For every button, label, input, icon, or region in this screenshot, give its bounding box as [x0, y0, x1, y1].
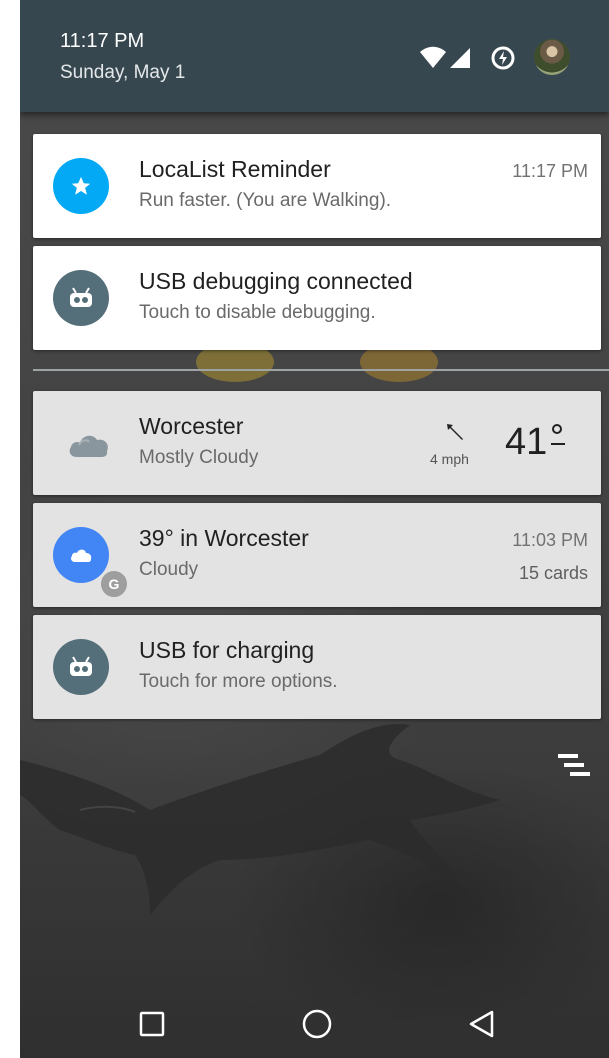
navigation-bar: [20, 988, 609, 1058]
degree-unit-icon: [551, 424, 565, 445]
notification-time: 11:03 PM: [512, 530, 588, 550]
home-button[interactable]: [295, 1002, 339, 1046]
localist-app-icon: [53, 158, 109, 214]
wind-direction-icon: [447, 424, 463, 440]
star-icon: [71, 176, 91, 195]
temperature: 41: [505, 421, 548, 463]
notification-text: Cloudy: [139, 559, 199, 580]
usb-charging-app-icon: [53, 639, 109, 695]
notification-localist[interactable]: LocaList Reminder Run faster. (You are W…: [33, 134, 601, 238]
status-icons: [420, 39, 570, 78]
home-icon: [302, 1009, 332, 1039]
wind-speed: 4 mph: [430, 451, 469, 467]
notification-divider: [33, 369, 609, 371]
notification-weather[interactable]: Worcester Mostly Cloudy 4 mph 41: [33, 391, 601, 495]
notification-text: Touch to disable debugging.: [139, 302, 376, 323]
weather-condition: Mostly Cloudy: [139, 447, 259, 468]
notification-google-now[interactable]: G 39° in Worcester Cloudy 11:03 PM 15 ca…: [33, 503, 601, 607]
cloud-icon: [69, 435, 108, 457]
notification-shade-screen: 11:17 PM Sunday, May 1 LocaList Reminder…: [20, 0, 609, 1058]
notification-title: 39° in Worcester: [139, 525, 309, 551]
notification-usb-charging[interactable]: USB for charging Touch for more options.: [33, 615, 601, 719]
cell-signal-icon: [450, 48, 470, 68]
quick-settings-header[interactable]: 11:17 PM Sunday, May 1: [20, 0, 609, 112]
cards-count: 15 cards: [518, 563, 588, 583]
usb-debugging-app-icon: [53, 270, 109, 326]
status-time: 11:17 PM: [60, 30, 145, 52]
wifi-icon: [420, 46, 446, 68]
weather-location: Worcester: [139, 413, 244, 439]
status-date: Sunday, May 1: [60, 62, 186, 83]
google-badge: G: [99, 569, 129, 599]
back-button[interactable]: [460, 1002, 504, 1046]
notification-title: USB debugging connected: [139, 268, 413, 294]
recents-icon: [139, 1011, 165, 1037]
back-icon: [469, 1010, 494, 1038]
notification-title: LocaList Reminder: [139, 156, 331, 182]
notification-text: Run faster. (You are Walking).: [139, 190, 392, 211]
android-debug-icon: [70, 287, 92, 307]
notification-time: 11:17 PM: [512, 161, 588, 181]
left-edge: [0, 0, 20, 1058]
notification-title: USB for charging: [139, 637, 315, 663]
clear-all-icon[interactable]: [556, 748, 590, 782]
data-saver-icon: [491, 46, 515, 70]
recents-button[interactable]: [130, 1002, 174, 1046]
google-cloud-icon: [71, 549, 92, 562]
notification-text: Touch for more options.: [139, 671, 338, 692]
wallpaper-shark: [20, 724, 500, 915]
android-debug-icon: [70, 656, 92, 676]
user-avatar-icon[interactable]: [534, 39, 570, 75]
notification-usb-debugging[interactable]: USB debugging connected Touch to disable…: [33, 246, 601, 350]
